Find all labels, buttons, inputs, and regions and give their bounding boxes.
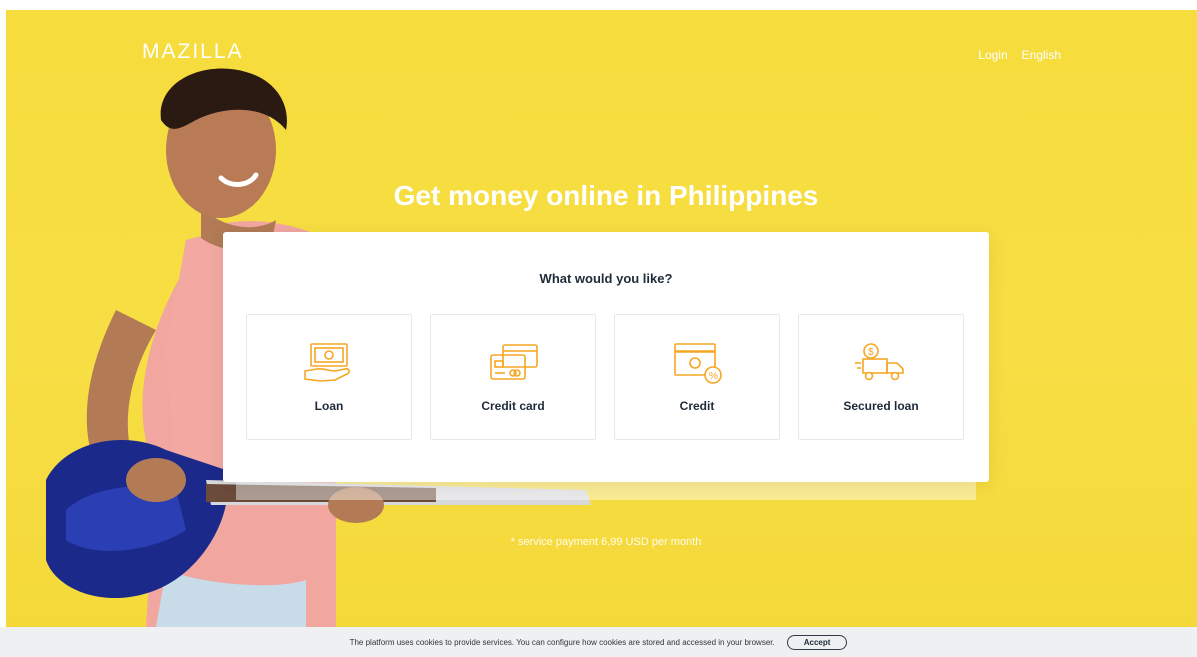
- top-nav: Login English: [978, 48, 1061, 62]
- credit-cards-icon: [485, 341, 541, 385]
- option-credit-card[interactable]: Credit card: [430, 314, 596, 440]
- option-loan[interactable]: Loan: [246, 314, 412, 440]
- service-fee-note: * service payment 6,99 USD per month: [510, 536, 702, 548]
- selector-title: What would you like?: [539, 271, 673, 286]
- product-options: Loan Credit card % Credit $ Secured loan: [246, 314, 964, 440]
- option-secured-loan-label: Secured loan: [843, 399, 919, 413]
- login-link[interactable]: Login: [978, 48, 1007, 62]
- hero-banner: MAZILLA Login English Get money online i…: [6, 10, 1197, 627]
- language-selector[interactable]: English: [1022, 48, 1061, 62]
- page: MAZILLA Login English Get money online i…: [0, 0, 1197, 657]
- brand-logo[interactable]: MAZILLA: [142, 40, 244, 64]
- option-credit-card-label: Credit card: [481, 399, 545, 413]
- cash-percent-icon: %: [669, 341, 725, 385]
- truck-dollar-icon: $: [853, 341, 909, 385]
- svg-text:%: %: [709, 371, 718, 382]
- cookie-message: The platform uses cookies to provide ser…: [349, 637, 775, 647]
- product-selector-card: What would you like? Loan Credit card % …: [223, 232, 989, 482]
- svg-text:$: $: [868, 347, 874, 358]
- option-loan-label: Loan: [314, 399, 344, 413]
- cash-hand-icon: [301, 341, 357, 385]
- option-credit[interactable]: % Credit: [614, 314, 780, 440]
- accept-cookies-button[interactable]: Accept: [786, 634, 848, 650]
- hero-headline: Get money online in Philippines: [393, 180, 819, 211]
- option-credit-label: Credit: [679, 399, 715, 413]
- cookie-banner: The platform uses cookies to provide ser…: [0, 627, 1197, 657]
- option-secured-loan[interactable]: $ Secured loan: [798, 314, 964, 440]
